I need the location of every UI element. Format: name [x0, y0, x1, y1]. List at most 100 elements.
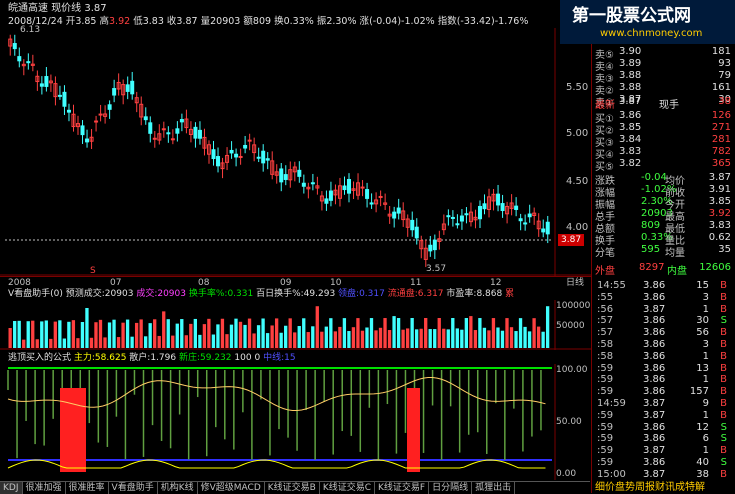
volume-bar	[202, 324, 207, 348]
volume-bar	[509, 327, 514, 348]
stat-row: 分笔 595 均量 35	[595, 244, 731, 259]
volume-bar	[243, 324, 247, 348]
tick-row: :57 3.86 30 S	[597, 315, 727, 327]
volume-bar	[496, 327, 500, 348]
turn-label: 换	[274, 16, 284, 27]
volume-bar	[49, 338, 53, 348]
y-tick-550: 5.50	[566, 82, 589, 93]
candle-body	[12, 43, 17, 50]
volume-bar	[180, 319, 184, 348]
volume-bar	[17, 320, 21, 348]
current-value: 3.87	[84, 3, 107, 14]
ind-main: 主力:58.625	[73, 353, 127, 363]
volume-chart[interactable]	[0, 300, 592, 350]
retail-line	[7, 459, 546, 469]
bottom-ticker[interactable]: 细价盘势周报财讯成特解	[595, 482, 705, 494]
volume-bar	[148, 323, 152, 348]
tab-0[interactable]: KDJ	[0, 482, 23, 494]
bid-row: 买② 3.85 271	[595, 122, 731, 137]
amp-label: 振	[316, 16, 327, 27]
ind-y-100: 100.00	[556, 365, 588, 375]
tab-6[interactable]: K线证交易B	[265, 482, 320, 494]
open-value: 3.85	[75, 16, 97, 27]
volume-bar	[229, 324, 234, 348]
volume-bar	[103, 337, 107, 348]
volume-bar	[347, 331, 351, 348]
volume-bar	[518, 318, 523, 348]
tab-1[interactable]: 很准加强	[23, 482, 66, 494]
candle-body	[256, 156, 261, 159]
logo-text: 第一股票公式网	[572, 6, 691, 26]
volume-bar	[198, 334, 202, 348]
volume-bar	[153, 319, 157, 348]
volume-bar	[220, 318, 225, 348]
stat-row: 总手 20903 最高 3.92	[595, 208, 731, 223]
y-tick-500: 5.00	[566, 128, 589, 139]
volume-bar	[464, 318, 468, 348]
volume-bar	[144, 336, 148, 348]
vol-hundred: 百日换手%:49.293	[256, 289, 336, 299]
indicator-tabs: KDJ 很准加强 很准胜率 V看盘助手 机构K线 修V超级MACD K线证交易B K线证交易C…	[0, 481, 590, 494]
indicator-chart[interactable]	[0, 364, 592, 480]
vol-title: V看盘助手(0) 预测成交:20903	[8, 289, 134, 299]
volume-bar	[288, 318, 292, 348]
vol-y-50000: 50000	[556, 321, 585, 331]
candle-body	[482, 203, 487, 210]
volume-bar	[189, 323, 193, 348]
candle-body	[261, 150, 266, 164]
ind-y-50: 50.00	[556, 417, 582, 427]
candle-body	[85, 138, 90, 143]
ask-row: 卖⑤ 3.90 181	[595, 46, 731, 61]
vol-flow: 流通盘:6.317	[387, 289, 444, 299]
high-value: 3.92	[109, 16, 131, 27]
candle-body	[211, 149, 216, 160]
line-type-label[interactable]: 日线	[566, 277, 584, 289]
volume-bar	[134, 322, 139, 348]
volume-bar	[225, 334, 229, 348]
candle-body	[310, 182, 315, 185]
tab-4[interactable]: 机构K线	[158, 482, 198, 494]
candle-body	[459, 215, 464, 222]
tab-8[interactable]: K线证交易F	[375, 482, 430, 494]
ind-retail: 散户:1.796	[129, 353, 177, 363]
tab-3[interactable]: V看盘助手	[109, 482, 158, 494]
tab-2[interactable]: 很准胜率	[66, 482, 109, 494]
volume-bar	[22, 339, 26, 348]
volume-bar	[35, 339, 39, 348]
volume-bar	[139, 319, 143, 348]
volume-bar	[374, 330, 378, 348]
tab-5[interactable]: 修V超级MACD	[198, 482, 265, 494]
tick-row: 14:59 3.87 9 B	[597, 398, 727, 409]
vol-label: 量	[200, 16, 211, 27]
ind-title: 逃顶买入的公式	[8, 353, 72, 363]
candle-body	[161, 128, 166, 131]
volume-bar	[383, 318, 387, 348]
tab-7[interactable]: K线证交易C	[320, 482, 376, 494]
candle-body	[369, 202, 374, 205]
volume-bar	[401, 329, 405, 348]
candle-body	[477, 205, 482, 220]
amp-value: 2.30%	[326, 16, 357, 27]
volume-bar	[8, 328, 12, 348]
volume-bar	[541, 331, 545, 348]
idx-label: 指数	[437, 16, 457, 27]
ind-y-0: 0.00	[556, 469, 577, 479]
volume-bar	[415, 329, 419, 348]
tab-10[interactable]: 孤狸出击	[472, 482, 516, 494]
volume-bar	[360, 330, 365, 348]
vol-value: 20903	[210, 16, 241, 27]
volume-bar	[527, 331, 532, 348]
candle-body	[170, 138, 175, 141]
price-chart[interactable]	[0, 28, 592, 276]
chart-title: 皖通高速 现价线 3.87	[8, 3, 107, 15]
candle-body	[500, 203, 505, 212]
chg-value: (-0.04)-1.02%	[369, 16, 435, 27]
right-divider	[591, 44, 592, 493]
candle-body	[39, 83, 44, 87]
tab-9[interactable]: 日分隔线	[429, 482, 473, 494]
candle-body	[148, 122, 153, 134]
volume-bar	[184, 335, 188, 348]
volume-bar	[58, 320, 62, 348]
candle-body	[57, 94, 62, 97]
close-value: 3.87	[176, 16, 198, 27]
